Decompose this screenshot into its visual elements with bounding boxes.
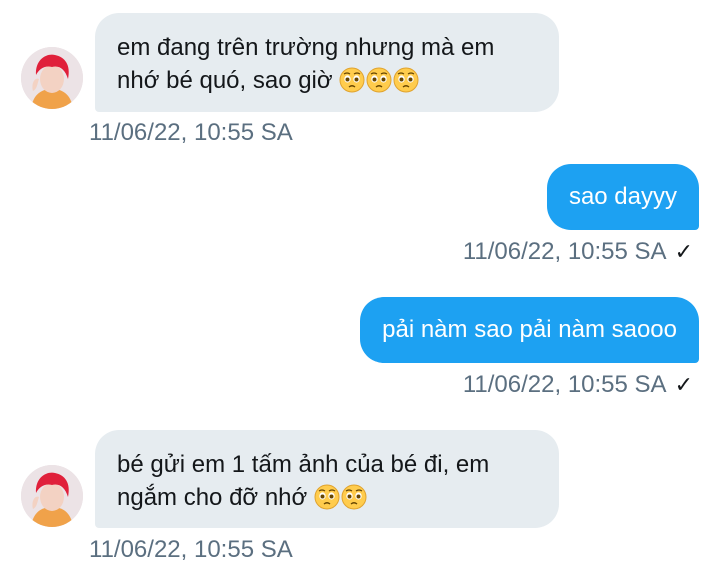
pleading-face-icon xyxy=(314,484,340,510)
timestamp-text: 11/06/22, 10:55 SA xyxy=(462,238,667,265)
avatar-image xyxy=(21,465,83,527)
sent-check-icon: ✓ xyxy=(674,239,693,264)
message-text: sao dayyy xyxy=(568,183,677,210)
message-text: bé gửi em 1 tấm ảnh của bé đi, em xyxy=(117,451,490,478)
message-timestamp: 11/06/22, 10:55 SA xyxy=(89,119,293,146)
message-text: ngắm cho đỡ nhớ xyxy=(117,481,537,514)
pleading-face-icon xyxy=(341,484,367,510)
message-text: nhớ bé quó, sao giờ xyxy=(117,64,537,97)
message-timestamp: 11/06/22, 10:55 SA ✓ xyxy=(463,238,693,266)
avatar[interactable] xyxy=(21,465,83,527)
message-bubble-incoming[interactable]: em đang trên trường nhưng mà em nhớ bé q… xyxy=(95,13,559,112)
message-timestamp: 11/06/22, 10:55 SA ✓ xyxy=(463,371,693,399)
message-bubble-incoming[interactable]: bé gửi em 1 tấm ảnh của bé đi, em ngắm c… xyxy=(95,430,559,528)
pleading-face-icon xyxy=(339,67,365,93)
avatar-image xyxy=(21,47,83,109)
pleading-face-icon xyxy=(393,67,419,93)
message-text: pải nàm sao pải nàm saooo xyxy=(382,316,677,343)
message-bubble-outgoing[interactable]: pải nàm sao pải nàm saooo xyxy=(360,297,699,363)
message-timestamp: 11/06/22, 10:55 SA xyxy=(89,536,293,563)
timestamp-text: 11/06/22, 10:55 SA xyxy=(462,371,667,398)
sent-check-icon: ✓ xyxy=(674,372,693,397)
message-bubble-outgoing[interactable]: sao dayyy xyxy=(546,164,699,230)
avatar[interactable] xyxy=(21,47,83,109)
pleading-face-icon xyxy=(366,67,392,93)
message-text: em đang trên trường nhưng mà em xyxy=(117,34,495,61)
